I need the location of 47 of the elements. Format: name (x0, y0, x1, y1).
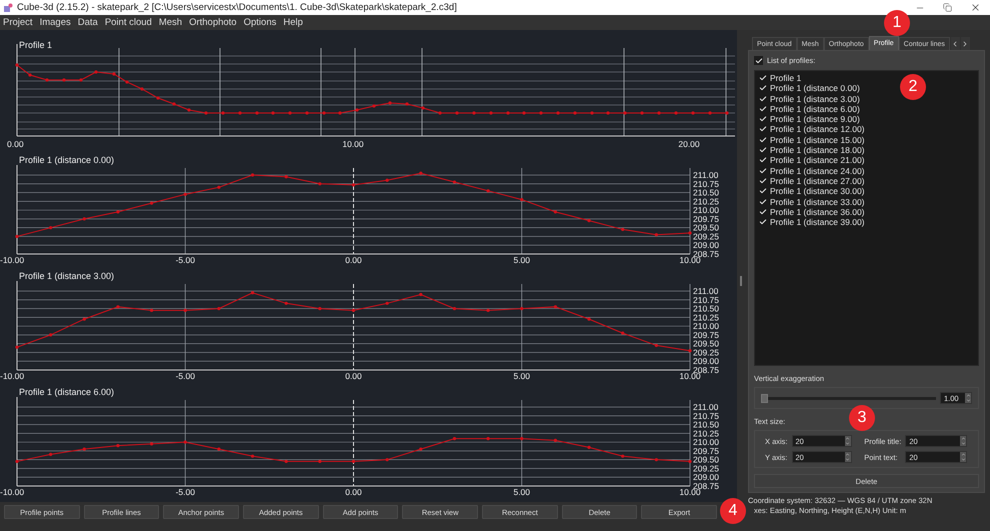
tick-label: 210.50 (693, 420, 719, 430)
window-title: Cube-3d (2.15.2) - skatepark_2 [C:\Users\servicestx\Documents\1. Cube-3d\Skatepark\skatepark_2.c3d] (17, 2, 458, 13)
tick-label: 211.00 (693, 402, 718, 412)
tick-label: 0.00 (7, 139, 24, 149)
tick-label: 5.00 (513, 371, 530, 381)
tick-label: 209.75 (693, 214, 719, 224)
tick-label: -10.00 (0, 371, 24, 381)
chart-title: Profile 1 (distance 6.00) (19, 387, 114, 397)
tick-label: 0.00 (345, 255, 362, 265)
tick-label: 5.00 (513, 487, 530, 497)
tick-label: -5.00 (176, 487, 195, 497)
tick-label: 209.00 (693, 240, 719, 250)
tick-label: 210.00 (693, 437, 719, 448)
tick-label: 209.25 (693, 231, 719, 242)
tick-label: -5.00 (176, 371, 195, 381)
tick-label: 0.00 (345, 371, 362, 381)
tick-label: -5.00 (176, 255, 195, 265)
chart-title: Profile 1 (19, 40, 52, 50)
tick-label: 0.00 (345, 487, 362, 497)
tick-label: 20.00 (678, 139, 700, 149)
tick-label: 209.50 (693, 222, 719, 233)
tick-label: 211.00 (693, 170, 718, 180)
tick-label: 5.00 (513, 255, 530, 265)
tick-label: -10.00 (0, 487, 24, 497)
tick-label: 210.50 (693, 304, 719, 314)
tick-label: 210.00 (693, 205, 719, 216)
tick-label: 211.00 (693, 286, 718, 296)
chart-title: Profile 1 (distance 0.00) (19, 155, 114, 165)
tick-label: 209.00 (693, 472, 719, 482)
tick-label: 210.75 (693, 294, 719, 305)
tick-label: 210.25 (693, 196, 719, 206)
tick-label: 210.75 (693, 410, 719, 421)
chart-title: Profile 1 (distance 3.00) (19, 271, 114, 281)
tick-label: 209.50 (693, 338, 719, 349)
tick-label: 209.50 (693, 454, 719, 465)
tick-label: 10.00 (342, 139, 364, 149)
tick-label: 210.25 (693, 312, 719, 322)
tick-label: 209.75 (693, 330, 719, 340)
tick-label: 209.00 (693, 356, 719, 366)
tick-label: 209.75 (693, 446, 719, 456)
tick-label: 209.25 (693, 347, 719, 358)
tick-label: 210.75 (693, 178, 719, 189)
tick-label: 210.00 (693, 321, 719, 332)
tick-label: 210.50 (693, 188, 719, 198)
tick-label: -10.00 (0, 255, 24, 265)
tick-label: 210.25 (693, 428, 719, 438)
tick-label: 209.25 (693, 463, 719, 474)
